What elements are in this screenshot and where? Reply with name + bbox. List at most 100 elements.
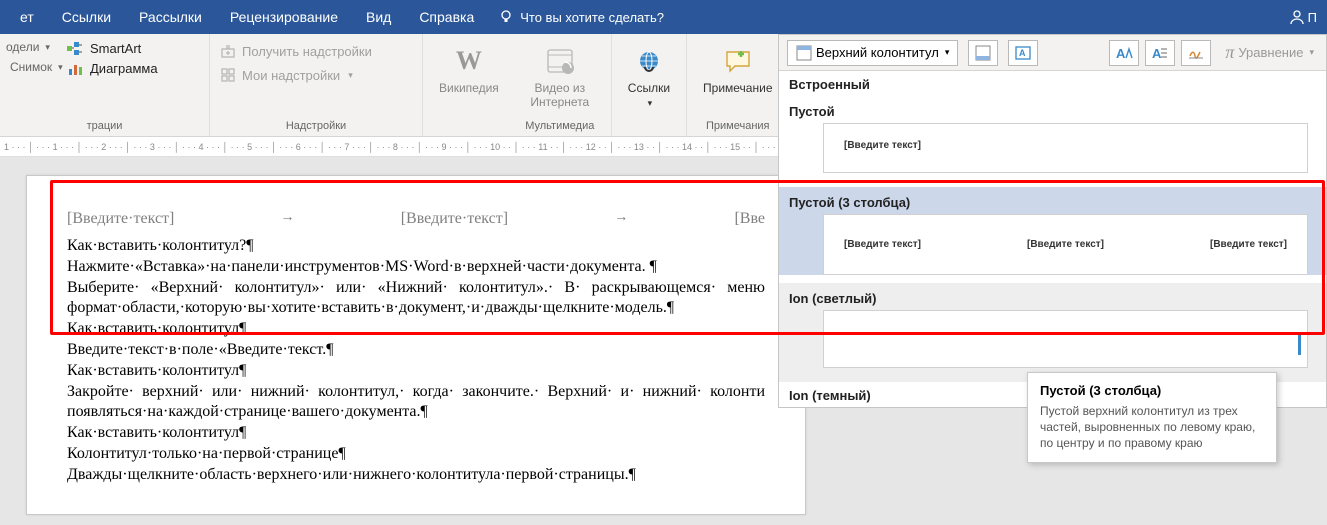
svg-text:A: A [1152, 46, 1162, 60]
wordart-button[interactable]: A [1109, 40, 1139, 66]
tell-me-search[interactable]: Что вы хотите сделать? [498, 9, 664, 25]
body-line: Выберите· «Верхний· колонтитул»· или· «Н… [67, 278, 765, 320]
option-ion-light-preview[interactable] [823, 310, 1308, 368]
blank3-ph-left: [Введите текст] [844, 239, 921, 250]
option-blank-title: Пустой [779, 98, 1326, 123]
textbox-icon: A [1015, 46, 1031, 60]
document-body[interactable]: Как·вставить·колонтитул?¶ Нажмите·«Встав… [27, 236, 805, 486]
models-fragment[interactable]: одели ▾ [6, 40, 62, 54]
equation-button[interactable]: π Уравнение ▾ [1221, 42, 1318, 63]
footer-icon [975, 45, 991, 61]
tab-arrow-icon: → [614, 210, 628, 228]
body-line: Введите·текст·в·поле·«Введите·текст.¶ [67, 340, 765, 361]
tab-review[interactable]: Рецензирование [216, 0, 352, 34]
wikipedia-label: Википедия [439, 82, 499, 96]
chart-label: Диаграмма [90, 61, 158, 76]
online-video-button[interactable]: Видео из Интернета [515, 36, 605, 110]
wiki-wrap: W Википедия [423, 34, 509, 136]
blank3-ph-right: [Введите текст] [1210, 239, 1287, 250]
group-illustrations: одели ▾ Снимок ▾ SmartArt Диаграмма трац… [0, 34, 210, 136]
filmstrip-icon [545, 48, 575, 74]
option-blank3-preview: [Введите текст] [Введите текст] [Введите… [823, 214, 1308, 275]
my-addins-button[interactable]: Мои надстройки ▾ [216, 66, 416, 84]
lightbulb-icon [498, 9, 514, 25]
wordart-icon: A [1115, 46, 1133, 60]
chart-icon [68, 62, 84, 76]
comment-button[interactable]: Примечание [693, 36, 782, 96]
section-builtin: Встроенный [779, 71, 1326, 96]
option-ion-light-title: Ion (светлый) [779, 285, 1326, 310]
smartart-icon [67, 42, 85, 56]
blank-placeholder: [Введите текст] [844, 140, 1287, 151]
tab-arrow-icon: → [281, 210, 295, 228]
textbox-button[interactable]: A [1008, 40, 1038, 66]
option-blank-preview[interactable]: [Введите текст] [823, 123, 1308, 173]
tell-me-label: Что вы хотите сделать? [520, 10, 664, 25]
smartart-button[interactable]: SmartArt [62, 40, 203, 57]
dropcap-icon: A [1152, 46, 1168, 60]
body-line: Закройте· верхний· или· нижний· колонтит… [67, 382, 765, 424]
body-line: Как·вставить·колонтитул?¶ [67, 236, 765, 257]
comment-icon [723, 48, 753, 74]
equation-label: Уравнение [1238, 45, 1303, 60]
option-blank-3col[interactable]: Пустой (3 столбца) [Введите текст] [Введ… [779, 187, 1326, 275]
get-addins-button[interactable]: Получить надстройки [216, 42, 416, 60]
dropcap-button[interactable]: A [1145, 40, 1175, 66]
signature-icon [1188, 46, 1204, 60]
wikipedia-button[interactable]: W Википедия [429, 36, 509, 96]
svg-text:A: A [1116, 46, 1126, 60]
page[interactable]: [Введите·текст] → [Введите·текст] → [Вве… [26, 175, 806, 515]
store-icon [220, 43, 236, 59]
video-label: Видео из Интернета [525, 82, 595, 110]
smartart-label: SmartArt [90, 41, 141, 56]
tab-links[interactable]: Ссылки [48, 0, 125, 34]
addins-group-label: Надстройки [216, 117, 416, 136]
tooltip: Пустой (3 столбца) Пустой верхний колонт… [1027, 372, 1277, 463]
my-addins-label: Мои надстройки [242, 68, 340, 83]
body-line: Как·вставить·колонтитул¶ [67, 361, 765, 382]
tooltip-title: Пустой (3 столбца) [1040, 383, 1264, 398]
get-addins-label: Получить надстройки [242, 44, 372, 59]
snapshot-button[interactable]: Снимок ▾ [6, 60, 62, 74]
body-line: Как·вставить·колонтитул¶ [67, 319, 765, 340]
header-dropdown-button[interactable]: Верхний колонтитул ▾ [787, 40, 958, 66]
links-label: Ссылки [628, 81, 670, 95]
group-media: Видео из Интернета Мультимедиа [509, 34, 612, 136]
header-area[interactable]: [Введите·текст] → [Введите·текст] → [Вве [27, 176, 805, 236]
header-dropdown-label: Верхний колонтитул [816, 45, 939, 60]
ribbon-tab-bar: ет Ссылки Рассылки Рецензирование Вид Сп… [0, 0, 1327, 34]
account-button[interactable]: П [1289, 9, 1321, 25]
group-addins: Получить надстройки Мои надстройки ▾ Над… [210, 34, 423, 136]
account-label: П [1308, 10, 1317, 25]
body-line: Как·вставить·колонтитул¶ [67, 423, 765, 444]
links-button[interactable]: Ссылки▾ [618, 36, 680, 110]
tab-mailings[interactable]: Рассылки [125, 0, 216, 34]
header-ph-center[interactable]: [Введите·текст] [401, 210, 508, 228]
media-group-label: Мультимедиа [515, 117, 605, 136]
option-blank3-title: Пустой (3 столбца) [779, 189, 1326, 214]
illustrations-label: трации [6, 117, 203, 136]
chart-button[interactable]: Диаграмма [62, 60, 203, 77]
body-line: Нажмите·«Вставка»·на·панели·инструментов… [67, 257, 765, 278]
header-ph-right[interactable]: [Вве [734, 210, 765, 228]
tab-fragment[interactable]: ет [6, 0, 48, 34]
blank3-ph-center: [Введите текст] [1027, 239, 1104, 250]
header-icon [796, 45, 812, 61]
addins-icon [220, 67, 236, 83]
group-comments: Примечание Примечания [687, 34, 789, 136]
footer-button[interactable] [968, 40, 998, 66]
body-line: Колонтитул·только·на·первой·странице¶ [67, 444, 765, 465]
svg-text:A: A [1019, 48, 1026, 58]
header-ph-left[interactable]: [Введите·текст] [67, 210, 174, 228]
signature-button[interactable] [1181, 40, 1211, 66]
person-icon [1289, 9, 1305, 25]
header-dropdown-panel: Верхний колонтитул ▾ A A A π Уравнение ▾… [778, 34, 1327, 408]
comment-label: Примечание [703, 82, 772, 96]
comments-group-label: Примечания [693, 117, 782, 136]
link-icon [634, 48, 664, 74]
tab-view[interactable]: Вид [352, 0, 405, 34]
tab-help[interactable]: Справка [405, 0, 488, 34]
body-line: Дважды·щелкните·область·верхнего·или·ниж… [67, 465, 765, 486]
tooltip-body: Пустой верхний колонтитул из трех частей… [1040, 403, 1264, 452]
group-links: Ссылки▾ [612, 34, 687, 136]
